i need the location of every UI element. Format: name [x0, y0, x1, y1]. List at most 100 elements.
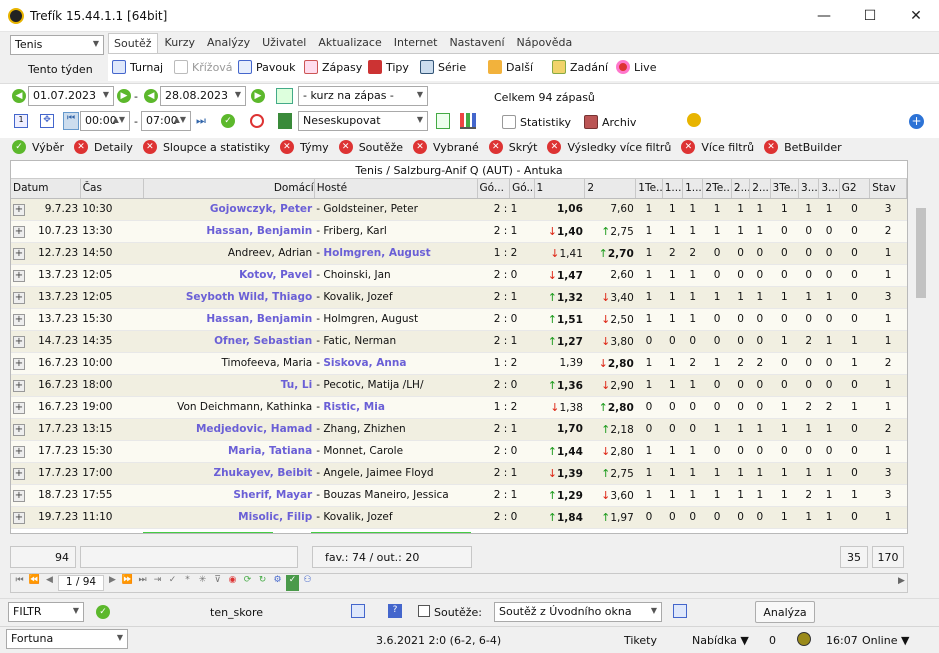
forward-icon[interactable]	[673, 604, 687, 618]
column-header[interactable]: Hosté	[314, 179, 478, 199]
expand-icon[interactable]: +	[13, 335, 25, 348]
money-icon[interactable]	[278, 113, 292, 129]
column-header[interactable]: 2...	[731, 179, 751, 199]
offer-dropdown[interactable]: Nabídka ▼	[692, 634, 749, 647]
tab-napoveda[interactable]: Nápověda	[512, 33, 578, 53]
column-header[interactable]: Datum	[11, 179, 81, 199]
sync-icon[interactable]: ↻	[256, 575, 269, 591]
column-header[interactable]: Gó...	[509, 179, 535, 199]
tab-analyzy[interactable]: Analýzy	[202, 33, 255, 53]
column-header[interactable]: Domácí	[143, 179, 315, 199]
expand-icon[interactable]: +	[13, 423, 25, 436]
prev-date-icon[interactable]: ◀	[12, 89, 26, 103]
filter-select[interactable]: FILTR ▼	[8, 602, 84, 622]
filter-tab-tymy[interactable]: Týmy	[300, 141, 329, 154]
close-icon[interactable]: ✕	[279, 140, 294, 154]
table-row[interactable]: +13.7.23 15:30 Hassan, Benjamin - Holmgren,…	[11, 308, 907, 331]
prev-date-to-icon[interactable]: ◀	[144, 89, 158, 103]
filter-ok-icon[interactable]: ✓	[96, 605, 110, 619]
prev-record-icon[interactable]: ◀	[43, 575, 56, 591]
toolbar-zadani[interactable]: Zadání	[552, 57, 608, 77]
tickets-label[interactable]: Tikety	[624, 634, 657, 647]
expand-icon[interactable]: +	[13, 401, 25, 414]
filter-icon[interactable]: ⊽	[211, 575, 224, 591]
edit-icon[interactable]: ✓	[166, 575, 179, 591]
check-icon[interactable]: ✓	[286, 575, 299, 591]
expand-icon[interactable]: +	[13, 489, 25, 502]
sport-select[interactable]: Tenis ▼	[10, 35, 104, 55]
tab-soutez[interactable]: Soutěž	[108, 33, 158, 53]
column-header[interactable]: 2...	[749, 179, 771, 199]
expand-icon[interactable]: +	[13, 313, 25, 326]
date-from-input[interactable]: 01.07.2023 ▼	[28, 86, 114, 106]
expand-icon[interactable]: +	[13, 269, 25, 282]
refresh-icon[interactable]: ⟳	[241, 575, 254, 591]
stop-icon[interactable]: ◉	[226, 575, 239, 591]
table-row[interactable]: +17.7.23 15:30 Maria, Tatiana - Monnet, Car…	[11, 440, 907, 463]
column-header[interactable]: 1Te...	[635, 179, 663, 199]
clock-icon[interactable]	[250, 114, 264, 128]
table-row[interactable]: +12.7.23 14:50 Andreev, Adrian - Holmgren, …	[11, 242, 907, 265]
expand-icon[interactable]: +	[13, 445, 25, 458]
column-header[interactable]: Čas	[80, 179, 144, 199]
competitions-checkbox[interactable]	[418, 605, 430, 617]
table-row[interactable]: +9.7.23 10:30 Gojowczyk, Peter - Goldsteine…	[11, 198, 907, 221]
expand-icon[interactable]: +	[13, 291, 25, 304]
tab-nastaveni[interactable]: Nastavení	[444, 33, 509, 53]
column-header[interactable]: Stav	[869, 179, 907, 199]
move-icon[interactable]: ✥	[40, 114, 54, 128]
back-icon[interactable]	[351, 604, 365, 618]
filter-tab-skryt[interactable]: Skrýt	[509, 141, 538, 154]
filter-tab-detaily[interactable]: Detaily	[94, 141, 133, 154]
tab-aktualizace[interactable]: Aktualizace	[313, 33, 386, 53]
archive-button[interactable]: Archiv	[584, 112, 636, 132]
column-header[interactable]: Gó...	[477, 179, 511, 199]
add-icon[interactable]: +	[909, 114, 924, 129]
expand-icon[interactable]: +	[13, 357, 25, 370]
scroll-right-icon[interactable]: ▶	[898, 576, 905, 586]
apply-arrow-icon[interactable]	[276, 88, 293, 104]
toolbar-turnaj[interactable]: Turnaj	[112, 57, 163, 77]
tab-kurzy[interactable]: Kurzy	[160, 33, 200, 53]
next-record-icon[interactable]: ▶	[106, 575, 119, 591]
online-dropdown[interactable]: Online ▼	[862, 634, 909, 647]
column-header[interactable]: 1...	[662, 179, 684, 199]
toolbar-live[interactable]: Live	[616, 57, 656, 77]
column-header[interactable]: G2	[839, 179, 871, 199]
maximize-button[interactable]: ☐	[847, 0, 893, 32]
minimize-button[interactable]: —	[801, 0, 847, 32]
next-page-icon[interactable]: ⏩	[121, 575, 134, 591]
filter-tab-betbuilder[interactable]: BetBuilder	[784, 141, 842, 154]
column-header[interactable]: 3...	[818, 179, 840, 199]
table-row[interactable]: +17.7.23 17:00 Zhukayev, Beibit - Angele, J…	[11, 462, 907, 485]
help-icon[interactable]: ?	[388, 604, 402, 618]
expand-icon[interactable]: +	[13, 247, 25, 260]
close-button[interactable]: ✕	[893, 0, 939, 32]
competition-source-select[interactable]: Soutěž z Úvodního okna ▼	[494, 602, 662, 622]
column-header[interactable]: 1	[534, 179, 586, 199]
scroll-thumb[interactable]	[916, 208, 926, 298]
first-record-icon[interactable]: ⏮	[13, 575, 26, 591]
expand-icon[interactable]: +	[13, 467, 25, 480]
table-row[interactable]: +16.7.23 10:00 Timofeeva, Maria - Siskova, …	[11, 352, 907, 375]
vertical-scrollbar[interactable]	[913, 180, 930, 592]
column-header[interactable]: 1...	[682, 179, 704, 199]
tab-internet[interactable]: Internet	[389, 33, 443, 53]
toolbar-dalsi[interactable]: Další	[488, 57, 533, 77]
close-icon[interactable]: ✕	[142, 140, 157, 154]
people-icon[interactable]: ⚇	[301, 575, 314, 591]
statistics-button[interactable]: Statistiky	[502, 112, 571, 132]
chart-icon[interactable]	[460, 113, 476, 129]
table-row[interactable]: +13.7.23 12:05 Seyboth Wild, Thiago - Koval…	[11, 286, 907, 309]
table-row[interactable]: +17.7.23 13:15 Medjedovic, Hamad - Zhang, Z…	[11, 418, 907, 441]
column-header[interactable]: 2	[584, 179, 637, 199]
close-icon[interactable]: ✕	[338, 140, 353, 154]
coins-icon[interactable]	[687, 113, 701, 127]
time-to-input[interactable]: 07:00 ▲▼	[141, 111, 191, 131]
next-date-to-icon[interactable]: ▶	[251, 89, 265, 103]
close-icon[interactable]: ✕	[74, 140, 89, 154]
grid-view-icon[interactable]	[436, 113, 450, 129]
table-row[interactable]: +16.7.23 19:00 Von Deichmann, Kathinka - Ri…	[11, 396, 907, 419]
filter-tab-vice-filtru[interactable]: Více filtrů	[701, 141, 754, 154]
filter-tab-vysledky[interactable]: Výsledky více filtrů	[567, 141, 671, 154]
